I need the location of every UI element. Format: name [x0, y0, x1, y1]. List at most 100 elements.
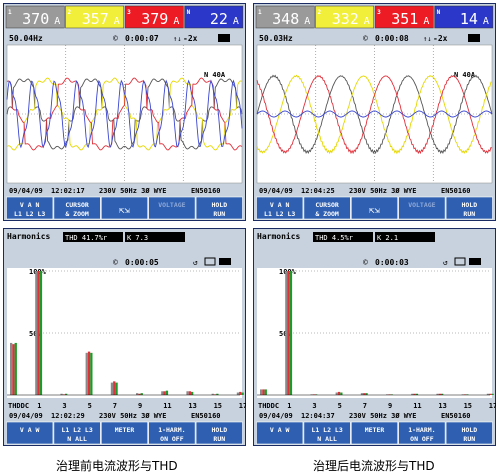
bar-L1-17 — [236, 392, 240, 395]
clock-icon: © — [363, 258, 368, 267]
bar-L1-THD — [10, 342, 13, 395]
x-tick-label: 9 — [388, 402, 392, 410]
x-tick-label: 3 — [312, 402, 316, 410]
softkey-4[interactable]: HOLDRUN — [195, 196, 243, 220]
softkey-top-label: HOLD — [461, 426, 477, 434]
clock-icon: © — [363, 34, 368, 43]
reading-value: 332 — [332, 10, 359, 28]
softkey-top-label: CURSOR — [65, 201, 89, 209]
softkey-0[interactable]: V A NL1 L2 L3 — [256, 196, 304, 220]
softkey-top-label: V A W — [270, 426, 290, 434]
softkey-1[interactable]: CURSOR& ZOOM — [303, 196, 351, 220]
bar-L3-1 — [289, 271, 293, 395]
softkey-4[interactable]: HOLDRUN — [445, 196, 493, 220]
zoom-level: -2x — [183, 34, 198, 43]
k-factor: K 7.3 — [127, 234, 148, 242]
bar-L3-5 — [90, 352, 93, 395]
softkey-top-label: METER — [365, 426, 385, 434]
reading-value: 14 — [460, 10, 478, 28]
reading-channel-label: N — [187, 9, 191, 16]
footer-time: 12:04:37 — [301, 412, 335, 420]
softkey-bottom-label: & ZOOM — [315, 210, 339, 218]
bar-L2-17 — [239, 391, 242, 395]
k-factor: K 2.1 — [377, 234, 398, 242]
reading-channel-label: 2 — [318, 9, 322, 16]
softkey-4[interactable]: HOLDRUN — [195, 421, 243, 445]
softkey-2[interactable]: ⇱⇲ — [351, 196, 399, 220]
reading-channel-label: 2 — [68, 9, 72, 16]
bar-L2-THD — [262, 389, 265, 395]
x-tick-label: 7 — [363, 402, 367, 410]
scope-screen-1: 1 348 A 2 332 A 3 351 A N 14 A 50.03Hz © 0:00:08 ↑↓ -2x N… — [253, 3, 496, 221]
softkey-0[interactable]: V A W — [6, 421, 54, 445]
x-tick-label: THDDC — [8, 402, 29, 410]
bar-L1-11 — [161, 391, 164, 395]
softkey-3[interactable]: VOLTAGE — [398, 196, 446, 220]
reading-unit: A — [304, 16, 310, 27]
softkey-bottom-label: N ALL — [317, 435, 337, 443]
softkey-1[interactable]: L1 L2 L3N ALL — [303, 421, 351, 445]
reading-channel-label: 1 — [8, 9, 12, 16]
reading-unit: A — [233, 16, 239, 27]
softkey-0[interactable]: V A W — [256, 421, 304, 445]
reading-unit: A — [173, 16, 179, 27]
softkey-1[interactable]: CURSOR& ZOOM — [53, 196, 101, 220]
reading-unit: A — [364, 16, 370, 27]
x-tick-label: 3 — [62, 402, 66, 410]
softkey-2[interactable]: ⇱⇲ — [101, 196, 149, 220]
bar-L3-17 — [241, 392, 244, 395]
softkey-bottom-label: N ALL — [67, 435, 87, 443]
reading-0: 1 348 A — [255, 5, 315, 29]
softkey-top-label: VOLTAGE — [158, 201, 185, 209]
footer-time: 12:02:17 — [51, 187, 85, 195]
softkey-bottom-label: L1 L2 L3 — [14, 210, 45, 218]
bar-L2-5 — [87, 351, 91, 395]
reading-2: 3 351 A — [374, 5, 434, 29]
reading-1: 2 332 A — [315, 5, 375, 29]
softkey-2[interactable]: METER — [351, 421, 399, 445]
footer-config: 230V 50Hz 3Ø WYE — [99, 187, 166, 195]
bar-L1-5 — [335, 392, 338, 395]
bar-L2-7 — [113, 381, 116, 395]
reading-value: 357 — [82, 10, 109, 28]
softkey-bottom-label: & ZOOM — [65, 210, 89, 218]
x-tick-label: 5 — [88, 402, 92, 410]
softkey-3[interactable]: 1-HARM.ON OFF — [398, 421, 446, 445]
softkey-top-label: 1-HARM. — [408, 426, 435, 434]
caption-after: 治理后电流波形与THD — [313, 459, 435, 473]
x-tick-label: 11 — [163, 402, 171, 410]
x-tick-label: 13 — [438, 402, 446, 410]
zoom-icon: ↑↓ — [173, 35, 181, 43]
softkey-2[interactable]: METER — [101, 421, 149, 445]
bar-L2-13 — [188, 391, 191, 395]
refresh-icon: ↺ — [193, 258, 198, 267]
reading-0: 1 370 A — [5, 5, 65, 29]
softkey-3[interactable]: 1-HARM.ON OFF — [148, 421, 196, 445]
bar-L1-5 — [85, 352, 88, 395]
scale-label: N 40A — [204, 71, 226, 79]
softkey-top-label: V A N — [20, 201, 40, 209]
softkey-3[interactable]: VOLTAGE — [148, 196, 196, 220]
reading-value: 370 — [22, 10, 49, 28]
softkey-bottom-label: ON OFF — [410, 435, 434, 443]
footer-time: 12:04:25 — [301, 187, 335, 195]
softkey-0[interactable]: V A NL1 L2 L3 — [6, 196, 54, 220]
harmonics-screen-2: HarmonicsTHD 41.7%rK 7.3©0:00:05↺100%50%… — [3, 228, 247, 446]
footer-model: EN50160 — [441, 187, 471, 195]
bar-L3-1 — [39, 271, 43, 395]
reading-channel-label: 1 — [258, 9, 262, 16]
screen-svg: HarmonicsTHD 4.5%rK 2.1©0:00:03↺100%50%T… — [253, 228, 497, 446]
softkey-top-label: L1 L2 L3 — [311, 426, 342, 434]
footer-date: 09/04/09 — [9, 187, 43, 195]
bar-L3-7 — [115, 382, 118, 395]
elapsed-timer: 0:00:07 — [125, 34, 159, 43]
frequency-readout: 50.04Hz — [9, 34, 43, 43]
clock-icon: © — [113, 34, 118, 43]
softkey-bottom-label: L1 L2 L3 — [264, 210, 295, 218]
battery-icon — [468, 34, 480, 42]
softkey-4[interactable]: HOLDRUN — [445, 421, 493, 445]
reading-1: 2 357 A — [65, 5, 125, 29]
softkey-top-label: HOLD — [211, 201, 227, 209]
refresh-icon: ↺ — [443, 258, 448, 267]
softkey-1[interactable]: L1 L2 L3N ALL — [53, 421, 101, 445]
